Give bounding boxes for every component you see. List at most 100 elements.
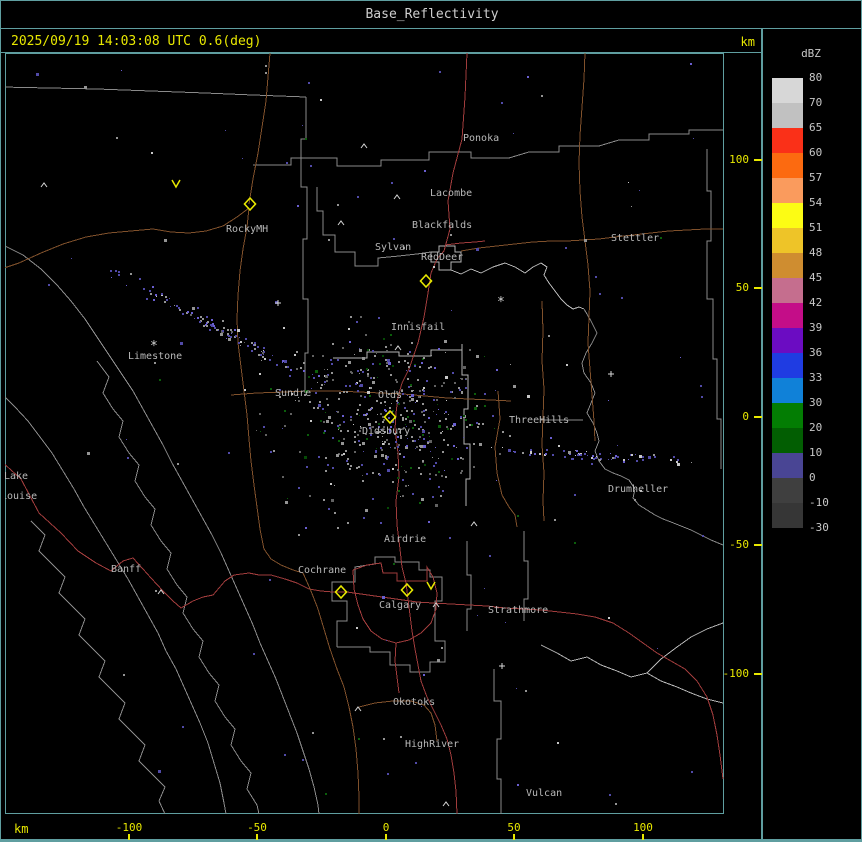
colorbar-tick-label: -30 xyxy=(809,521,829,534)
colorbar-swatch xyxy=(772,203,803,228)
city-label: Sundre xyxy=(275,388,311,399)
caret-marker-icon xyxy=(354,706,362,712)
bottom-axis-tick-label: 0 xyxy=(382,821,390,834)
colorbar-tick-label: 54 xyxy=(809,196,823,209)
right-axis-unit-label: km xyxy=(740,35,755,49)
right-axis-tick-label: -50 xyxy=(729,538,749,551)
highway-line xyxy=(394,642,400,694)
city-label: Olds xyxy=(378,390,402,401)
colorbar-tick-label: 10 xyxy=(809,446,823,459)
caret-marker-icon xyxy=(470,521,478,527)
colorbar-tick-label: 36 xyxy=(809,346,823,359)
bottom-axis-tick xyxy=(256,834,258,840)
city-label: Innisfail xyxy=(391,322,445,333)
right-axis-tick xyxy=(754,544,762,546)
colorbar-tick-label: -10 xyxy=(809,496,829,509)
cross-marker-icon xyxy=(275,300,281,306)
colorbar-swatch xyxy=(772,78,803,103)
bottom-axis-tick xyxy=(642,834,644,840)
colorbar-swatch xyxy=(772,128,803,153)
boundary-line xyxy=(5,396,227,814)
colorbar-tick-label: 51 xyxy=(809,221,823,234)
colorbar-swatch xyxy=(772,103,803,128)
city-label: Calgary xyxy=(379,600,421,611)
highway-line xyxy=(416,601,724,780)
right-axis-tick-label: 100 xyxy=(729,153,749,166)
right-axis-tick xyxy=(754,159,762,161)
colorbar-tick-label: 30 xyxy=(809,396,823,409)
bottom-axis-tick-label: 100 xyxy=(633,821,653,834)
city-label: Louise xyxy=(5,491,37,502)
colorbar-swatch xyxy=(772,253,803,278)
scan-timestamp: 2025/09/19 14:03:08 UTC 0.6(deg) xyxy=(11,34,262,49)
highway-line xyxy=(5,463,418,609)
road-line xyxy=(248,53,271,205)
caret-marker-icon xyxy=(337,220,345,226)
bottom-axis-tick xyxy=(128,834,130,840)
boundary-line xyxy=(30,520,166,814)
right-axis-tick-label: -100 xyxy=(722,667,750,680)
boundary-line xyxy=(450,262,585,310)
colorbar-tick-label: 70 xyxy=(809,96,823,109)
colorbar-tick-label: 48 xyxy=(809,246,823,259)
colorbar-tick-label: 45 xyxy=(809,271,823,284)
colorbar-tick-label: 39 xyxy=(809,321,823,334)
bottom-border xyxy=(1,839,861,841)
colorbar-unit-label: dBZ xyxy=(801,47,821,60)
window-title: Base_Reflectivity xyxy=(1,1,861,29)
city-label: Airdrie xyxy=(384,534,426,545)
city-label: Banff xyxy=(111,564,141,575)
city-label: HighRiver xyxy=(405,739,459,750)
cross-marker-icon xyxy=(608,371,614,377)
bottom-axis-tick-label: 50 xyxy=(507,821,521,834)
road-line xyxy=(460,228,723,252)
boundary-line xyxy=(493,669,502,814)
road-line xyxy=(494,390,518,528)
colorbar-swatch xyxy=(772,353,803,378)
bottom-axis-tick xyxy=(513,834,515,840)
colorbar-swatch xyxy=(772,503,803,528)
boundary-line xyxy=(5,245,320,814)
star-marker-icon: * xyxy=(497,295,505,310)
colorbar-swatch xyxy=(772,278,803,303)
city-label: Sylvan xyxy=(375,242,411,253)
colorbar-swatch xyxy=(772,178,803,203)
caret-marker-icon xyxy=(394,345,402,351)
city-label: Okotoks xyxy=(393,697,435,708)
right-axis-tick xyxy=(754,287,762,289)
city-label: Didsbury xyxy=(362,426,410,437)
boundary-line xyxy=(96,360,260,814)
colorbar-tick-label: 60 xyxy=(809,146,823,159)
colorbar-swatch xyxy=(772,403,803,428)
road-line xyxy=(5,207,250,269)
colorbar-tick-label: 20 xyxy=(809,421,823,434)
colorbar-swatch xyxy=(772,228,803,253)
bottom-axis-tick-label: -100 xyxy=(115,821,143,834)
caret-marker-icon xyxy=(360,143,368,149)
colorbar-swatch xyxy=(772,303,803,328)
city-label: Ponoka xyxy=(463,133,499,144)
city-label: Lacombe xyxy=(430,188,472,199)
road-line xyxy=(541,300,545,522)
boundary-line xyxy=(540,644,724,704)
colorbar-swatch xyxy=(772,378,803,403)
colorbar-swatch xyxy=(772,328,803,353)
boundary-line xyxy=(466,541,472,631)
star-marker-icon: * xyxy=(150,339,158,354)
colorbar-tick-label: 57 xyxy=(809,171,823,184)
road-line xyxy=(578,53,596,442)
right-axis-tick-label: 50 xyxy=(735,281,749,294)
site-vee-icon xyxy=(171,179,181,189)
colorbar-swatch xyxy=(772,478,803,503)
city-label: ThreeHills xyxy=(509,415,569,426)
colorbar-tick-label: 65 xyxy=(809,121,823,134)
colorbar-tick-label: 80 xyxy=(809,71,823,84)
boundary-line xyxy=(300,97,309,393)
boundary-line xyxy=(5,86,307,98)
city-label: Stettler xyxy=(611,233,659,244)
caret-marker-icon xyxy=(393,194,401,200)
radar-map-canvas[interactable]: Ponoka Lacombe BlackfaldsSylvan RedDeer Stet… xyxy=(5,53,724,814)
colorbar-swatch xyxy=(772,153,803,178)
radar-app-window: Base_Reflectivity 2025/09/19 14:03:08 UT… xyxy=(0,0,862,842)
colorbar-tick-label: 0 xyxy=(809,471,816,484)
